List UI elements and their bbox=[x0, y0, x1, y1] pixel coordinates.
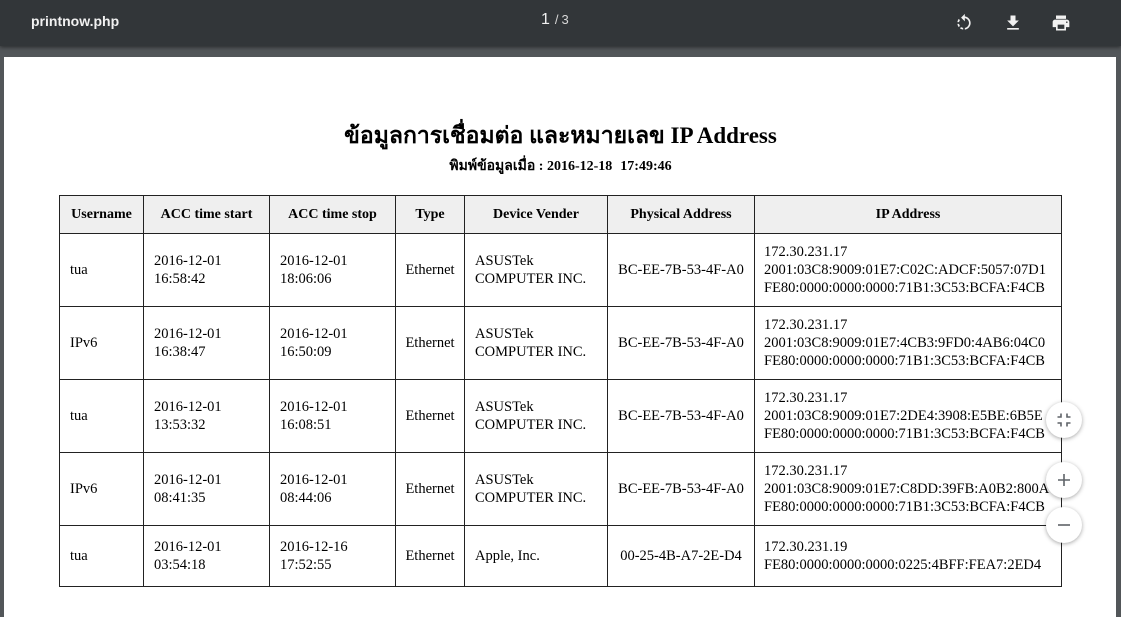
cell-mac: BC-EE-7B-53-4F-A0 bbox=[607, 379, 755, 453]
page-indicator: 1 /3 bbox=[541, 11, 569, 29]
printed-label: พิมพ์ข้อมูลเมื่อ : bbox=[449, 159, 544, 174]
pdf-toolbar: printnow.php 1 /3 bbox=[0, 0, 1121, 46]
download-button[interactable] bbox=[1001, 11, 1025, 35]
cell-mac: BC-EE-7B-53-4F-A0 bbox=[607, 452, 755, 526]
total-pages: 3 bbox=[561, 12, 569, 27]
rotate-button[interactable] bbox=[952, 11, 976, 35]
cell-username: IPv6 bbox=[59, 452, 144, 526]
cell-mac: BC-EE-7B-53-4F-A0 bbox=[607, 306, 755, 380]
cell-vendor: Apple, Inc. bbox=[464, 525, 608, 587]
cell-username: tua bbox=[59, 233, 144, 307]
cell-vendor: ASUSTek COMPUTER INC. bbox=[464, 379, 608, 453]
cell-username: IPv6 bbox=[59, 306, 144, 380]
table-row: tua 2016-12-01 16:58:42 2016-12-01 18:06:0… bbox=[59, 233, 1062, 307]
cell-mac: BC-EE-7B-53-4F-A0 bbox=[607, 233, 755, 307]
rotate-icon bbox=[957, 13, 971, 30]
header-acc-time-start: ACC time start bbox=[143, 195, 270, 234]
cell-type: Ethernet bbox=[395, 452, 465, 526]
cell-username: tua bbox=[59, 525, 144, 587]
cell-mac: 00-25-4B-A7-2E-D4 bbox=[607, 525, 755, 587]
zoom-out-button[interactable] bbox=[1046, 507, 1082, 543]
cell-vendor: ASUSTek COMPUTER INC. bbox=[464, 306, 608, 380]
table-row: IPv6 2016-12-01 16:38:47 2016-12-01 16:50:… bbox=[59, 306, 1062, 380]
header-ip-address: IP Address bbox=[754, 195, 1062, 234]
zoom-in-button[interactable] bbox=[1046, 462, 1082, 498]
cell-acc-stop: 2016-12-01 18:06:06 bbox=[269, 233, 396, 307]
cell-acc-start: 2016-12-01 08:41:35 bbox=[143, 452, 270, 526]
header-username: Username bbox=[59, 195, 144, 234]
cell-ip-address: 172.30.231.19 FE80:0000:0000:0000:0225:4B… bbox=[754, 525, 1062, 587]
cell-acc-start: 2016-12-01 13:53:32 bbox=[143, 379, 270, 453]
cell-type: Ethernet bbox=[395, 525, 465, 587]
cell-acc-start: 2016-12-01 16:38:47 bbox=[143, 306, 270, 380]
print-icon bbox=[1052, 15, 1070, 31]
header-type: Type bbox=[395, 195, 465, 234]
cell-vendor: ASUSTek COMPUTER INC. bbox=[464, 233, 608, 307]
cell-type: Ethernet bbox=[395, 379, 465, 453]
printed-date: 2016-12-18 bbox=[546, 159, 613, 174]
cell-acc-stop: 2016-12-01 16:50:09 bbox=[269, 306, 396, 380]
cell-acc-start: 2016-12-01 03:54:18 bbox=[143, 525, 270, 587]
cell-ip-address: 172.30.231.17 2001:03C8:9009:01E7:4CB3:9F… bbox=[754, 306, 1062, 380]
printed-time: 17:49:46 bbox=[620, 159, 672, 174]
fit-to-page-icon bbox=[1057, 413, 1071, 427]
cell-vendor: ASUSTek COMPUTER INC. bbox=[464, 452, 608, 526]
printed-timestamp: พิมพ์ข้อมูลเมื่อ : 2016-12-18 17:49:46 bbox=[0, 155, 1121, 177]
header-acc-time-stop: ACC time stop bbox=[269, 195, 396, 234]
table-header-row: Username ACC time start ACC time stop Ty… bbox=[59, 195, 1062, 234]
table-row: IPv6 2016-12-01 08:41:35 2016-12-01 08:44:… bbox=[59, 452, 1062, 526]
table-row: tua 2016-12-01 03:54:18 2016-12-16 17:52:5… bbox=[59, 525, 1062, 587]
fit-to-page-button[interactable] bbox=[1046, 402, 1082, 438]
table-row: tua 2016-12-01 13:53:32 2016-12-01 16:08:5… bbox=[59, 379, 1062, 453]
zoom-out-icon bbox=[1058, 524, 1070, 526]
header-physical-address: Physical Address bbox=[607, 195, 755, 234]
cell-username: tua bbox=[59, 379, 144, 453]
cell-type: Ethernet bbox=[395, 233, 465, 307]
current-page-input[interactable]: 1 bbox=[541, 11, 550, 28]
zoom-in-icon bbox=[1058, 474, 1070, 486]
page-separator: / bbox=[554, 12, 559, 27]
print-button[interactable] bbox=[1049, 11, 1073, 35]
cell-acc-stop: 2016-12-01 08:44:06 bbox=[269, 452, 396, 526]
download-icon bbox=[1007, 15, 1019, 30]
document-title: printnow.php bbox=[31, 13, 120, 29]
cell-acc-stop: 2016-12-16 17:52:55 bbox=[269, 525, 396, 587]
cell-ip-address: 172.30.231.17 2001:03C8:9009:01E7:C02C:AD… bbox=[754, 233, 1062, 307]
cell-ip-address: 172.30.231.17 2001:03C8:9009:01E7:C8DD:39… bbox=[754, 452, 1062, 526]
cell-acc-stop: 2016-12-01 16:08:51 bbox=[269, 379, 396, 453]
cell-ip-address: 172.30.231.17 2001:03C8:9009:01E7:2DE4:39… bbox=[754, 379, 1062, 453]
connection-table: Username ACC time start ACC time stop Ty… bbox=[59, 195, 1062, 587]
report-title: ข้อมูลการเชื่อมต่อ และหมายเลข IP Address bbox=[344, 123, 777, 148]
cell-acc-start: 2016-12-01 16:58:42 bbox=[143, 233, 270, 307]
header-device-vender: Device Vender bbox=[464, 195, 608, 234]
cell-type: Ethernet bbox=[395, 306, 465, 380]
